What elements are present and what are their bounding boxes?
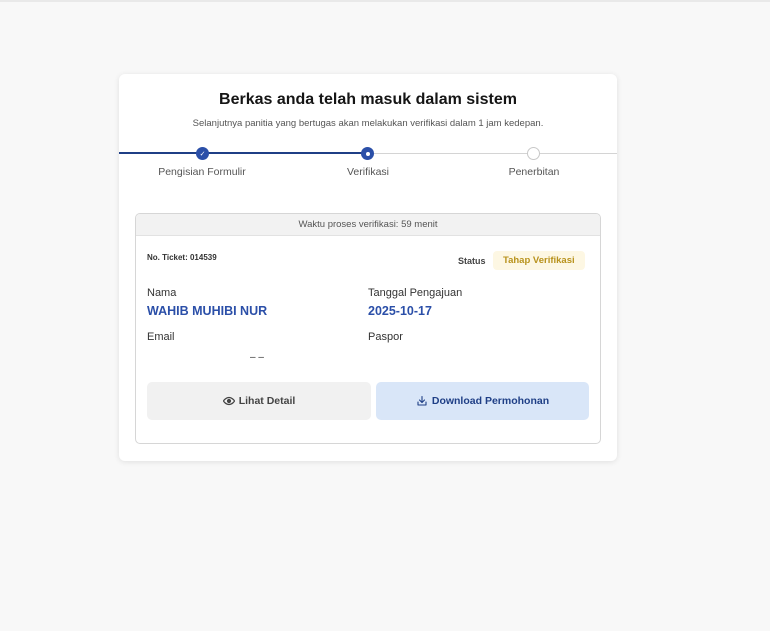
- eye-icon: [222, 395, 235, 407]
- nama-label: Nama: [147, 287, 177, 299]
- download-icon: [416, 395, 428, 407]
- step-active-dot-icon: [361, 147, 374, 160]
- tanggal-value: 2025-10-17: [368, 304, 432, 318]
- step-label-pengisian: Pengisian Formulir: [158, 166, 246, 178]
- paspor-label: Paspor: [368, 331, 403, 343]
- stepper-progress: [119, 152, 368, 154]
- submission-card: Berkas anda telah masuk dalam sistem Sel…: [119, 74, 617, 461]
- ticket-panel: Waktu proses verifikasi: 59 menit No. Ti…: [135, 213, 601, 444]
- step-pending-circle-icon: [527, 147, 540, 160]
- step-label-verifikasi: Verifikasi: [346, 166, 389, 178]
- download-permohonan-button[interactable]: Download Permohonan: [376, 382, 589, 420]
- nama-value: WAHIB MUHIBI NUR: [147, 304, 268, 318]
- status-label: Status: [458, 256, 486, 266]
- process-time: Waktu proses verifikasi: 59 menit: [136, 214, 600, 236]
- lihat-detail-label: Lihat Detail: [238, 395, 296, 407]
- page-title: Berkas anda telah masuk dalam sistem: [219, 91, 517, 108]
- step-check-icon: ✓: [196, 147, 209, 160]
- step-label-penerbitan: Penerbitan: [508, 166, 560, 178]
- email-value: – –: [250, 352, 264, 363]
- ticket-number: No. Ticket: 014539: [147, 253, 217, 262]
- page-subtitle: Selanjutnya panitia yang bertugas akan m…: [192, 118, 544, 129]
- download-permohonan-label: Download Permohonan: [431, 395, 550, 407]
- tanggal-label: Tanggal Pengajuan: [368, 287, 463, 299]
- lihat-detail-button[interactable]: Lihat Detail: [147, 382, 371, 420]
- email-label: Email: [147, 331, 175, 343]
- top-border: [0, 0, 770, 2]
- status-badge: Tahap Verifikasi: [493, 251, 585, 270]
